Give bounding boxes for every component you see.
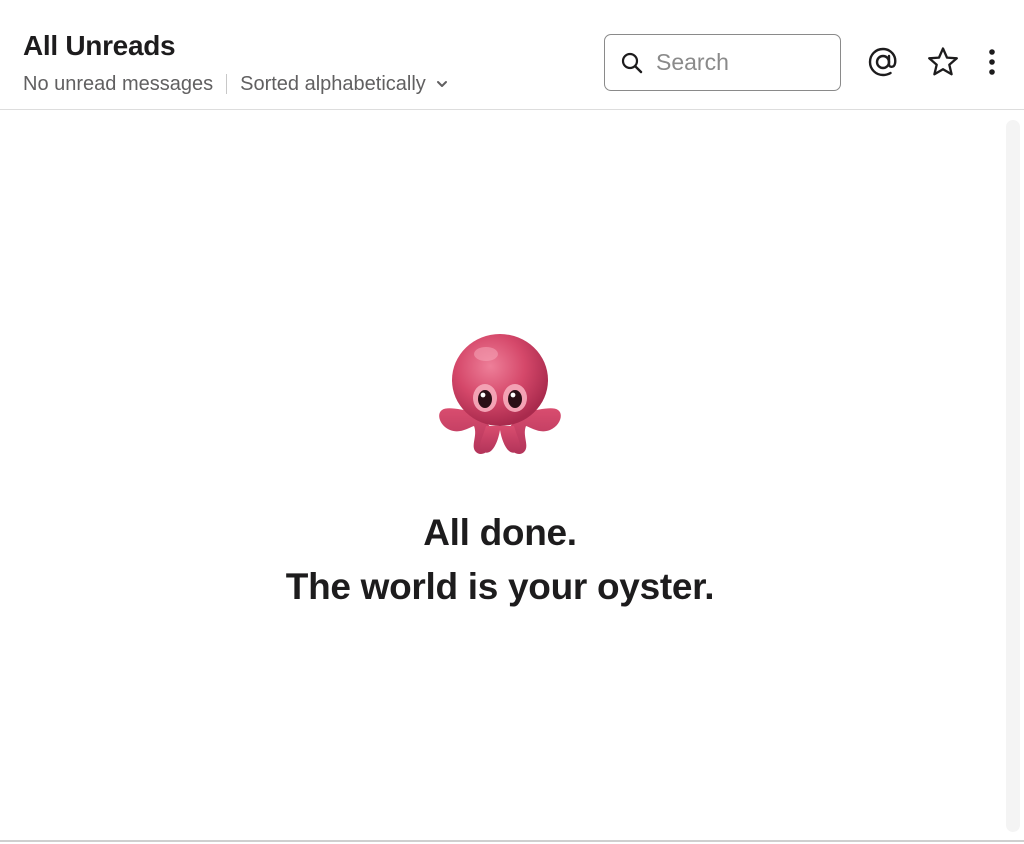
header: All Unreads No unread messages Sorted al… — [0, 0, 1024, 110]
empty-state-title: All done. — [423, 512, 577, 553]
subtitle-divider — [226, 74, 228, 94]
search-icon — [621, 52, 643, 73]
empty-state: All done. The world is your oyster. — [0, 330, 1000, 614]
more-vertical-icon — [989, 49, 995, 75]
unreads-window: All Unreads No unread messages Sorted al… — [0, 0, 1024, 844]
scrollbar[interactable] — [1006, 120, 1020, 832]
star-icon — [928, 47, 958, 76]
sort-dropdown[interactable]: Sorted alphabetically — [240, 73, 448, 96]
bottom-divider — [0, 840, 1024, 842]
saved-items-button[interactable] — [925, 44, 961, 80]
unread-status-text: No unread messages — [23, 72, 214, 95]
at-sign-icon — [868, 47, 897, 77]
page-title: All Unreads — [23, 30, 176, 61]
search-box[interactable] — [604, 34, 841, 91]
sort-label: Sorted alphabetically — [240, 72, 426, 95]
search-input[interactable] — [656, 49, 826, 76]
mentions-button[interactable] — [865, 44, 901, 80]
header-subtitle: No unread messages Sorted alphabetically — [23, 71, 448, 97]
empty-state-subtitle: The world is your oyster. — [285, 566, 715, 607]
octopus-icon — [439, 334, 561, 454]
more-options-button[interactable] — [974, 44, 1010, 80]
chevron-down-icon — [436, 81, 447, 87]
